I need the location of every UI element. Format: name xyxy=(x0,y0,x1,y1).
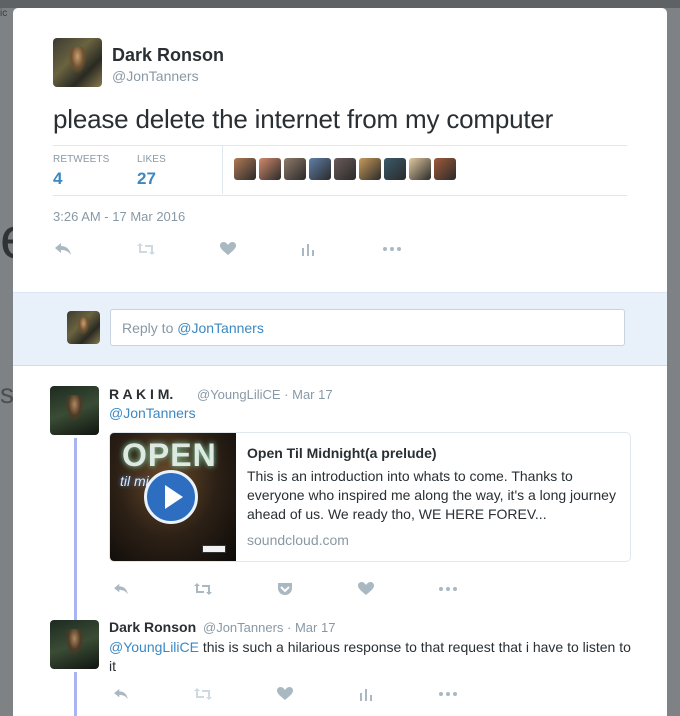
reply-icon[interactable] xyxy=(51,239,75,259)
author-name[interactable]: Dark Ronson xyxy=(112,45,224,66)
card-domain: soundcloud.com xyxy=(247,532,349,548)
more-icon[interactable] xyxy=(380,239,404,259)
reply-1-retweet-icon[interactable] xyxy=(191,579,215,599)
liker-avatars xyxy=(234,158,456,180)
author-avatar[interactable] xyxy=(53,38,102,87)
reply-2-separator: · xyxy=(283,620,295,635)
retweets-stat[interactable]: RETWEETS 4 xyxy=(53,154,109,189)
analytics-icon[interactable] xyxy=(296,239,320,259)
reply-2-date[interactable]: Mar 17 xyxy=(295,620,335,635)
reply-1-separator: · xyxy=(280,387,293,402)
liker-avatar[interactable] xyxy=(434,158,456,180)
play-icon[interactable] xyxy=(144,470,198,524)
reply-2-like-icon[interactable] xyxy=(273,684,297,704)
retweets-count: 4 xyxy=(53,169,63,188)
reply-2-text: @YoungLiliCE this is such a hilarious re… xyxy=(109,638,634,676)
card-thumbnail-sub-text: til mi xyxy=(120,473,149,489)
author-handle[interactable]: @JonTanners xyxy=(112,68,199,84)
liker-avatar[interactable] xyxy=(309,158,331,180)
liker-avatar[interactable] xyxy=(384,158,406,180)
reply-composer: Reply to @JonTanners xyxy=(13,292,667,366)
stats-divider xyxy=(222,146,223,194)
tweet-timestamp[interactable]: 3:26 AM - 17 Mar 2016 xyxy=(53,209,185,224)
reply-1-meta: @YoungLiliCE · Mar 17 xyxy=(197,387,333,402)
liker-avatar[interactable] xyxy=(359,158,381,180)
liker-avatar[interactable] xyxy=(409,158,431,180)
liker-avatar[interactable] xyxy=(234,158,256,180)
retweets-label: RETWEETS xyxy=(53,154,110,165)
card-title: Open Til Midnight(a prelude) xyxy=(247,445,437,461)
thread-line xyxy=(74,438,77,630)
likes-count: 27 xyxy=(137,169,156,188)
reply-1-mention[interactable]: @JonTanners xyxy=(109,405,196,421)
reply-1-handle[interactable]: @YoungLiliCE xyxy=(197,387,281,402)
tweet-modal: Dark Ronson @JonTanners please delete th… xyxy=(13,8,667,716)
background-bar xyxy=(0,0,680,8)
reply-2-more-icon[interactable] xyxy=(436,684,460,704)
reply-2-analytics-icon[interactable] xyxy=(354,684,378,704)
reply-prefix: Reply to xyxy=(122,320,178,336)
reply-2-handle[interactable]: @JonTanners xyxy=(203,620,283,635)
reply-1-pocket-icon[interactable] xyxy=(273,579,297,599)
liker-avatar[interactable] xyxy=(284,158,306,180)
reply-1-more-icon[interactable] xyxy=(436,579,460,599)
card-body: Open Til Midnight(a prelude) This is an … xyxy=(247,445,617,548)
likes-stat[interactable]: LIKES 27 xyxy=(137,154,166,189)
thread-line-2 xyxy=(74,672,77,716)
card-description: This is an introduction into whats to co… xyxy=(247,468,616,522)
tweet-stats: RETWEETS 4 LIKES 27 xyxy=(53,145,627,196)
reply-input[interactable]: Reply to @JonTanners xyxy=(110,309,625,346)
reply-2-retweet-icon[interactable] xyxy=(191,684,215,704)
card-thumbnail: OPEN til mi xyxy=(110,433,236,561)
like-icon[interactable] xyxy=(216,239,240,259)
likes-label: LIKES xyxy=(137,154,166,165)
reply-2-mention[interactable]: @YoungLiliCE xyxy=(109,639,199,655)
reply-2-name[interactable]: Dark Ronson xyxy=(109,619,196,635)
reply-2-reply-icon[interactable] xyxy=(109,684,133,704)
reply-1-like-icon[interactable] xyxy=(354,579,378,599)
tweet-text: please delete the internet from my compu… xyxy=(53,104,554,134)
reply-mention: @JonTanners xyxy=(177,320,264,336)
reply-1-name[interactable]: R A K I M. xyxy=(109,386,173,402)
retweet-icon[interactable] xyxy=(134,239,158,259)
reply-1-date[interactable]: Mar 17 xyxy=(292,387,332,402)
reply-1-avatar[interactable] xyxy=(50,386,99,435)
liker-avatar[interactable] xyxy=(259,158,281,180)
current-user-avatar xyxy=(67,311,100,344)
card-thumbnail-open-text: OPEN xyxy=(122,437,217,473)
advisory-label xyxy=(202,545,226,553)
reply-1-reply-icon[interactable] xyxy=(109,579,133,599)
liker-avatar[interactable] xyxy=(334,158,356,180)
reply-2-avatar[interactable] xyxy=(50,620,99,669)
reply-2-meta: @JonTanners · Mar 17 xyxy=(203,620,335,635)
background-ghost-letter-2: s xyxy=(0,378,14,409)
background-text: ic xyxy=(0,8,8,19)
soundcloud-card[interactable]: OPEN til mi Open Til Midnight(a prelude)… xyxy=(109,432,631,562)
